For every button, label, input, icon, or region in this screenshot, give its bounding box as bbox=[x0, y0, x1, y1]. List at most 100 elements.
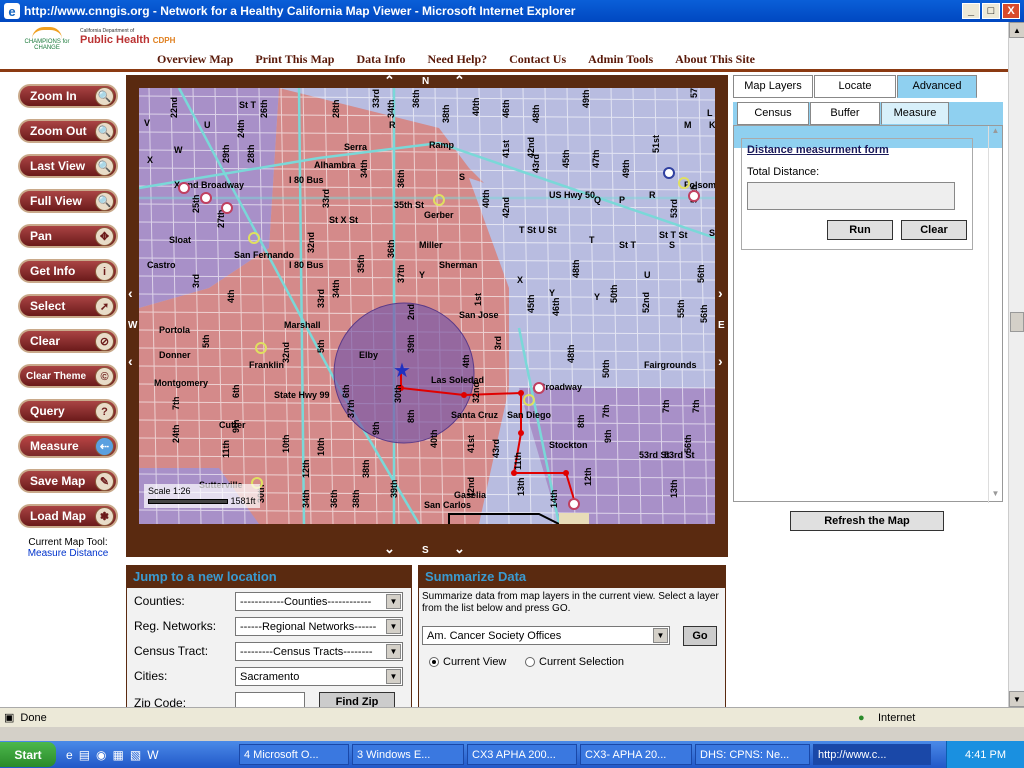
pan-button[interactable]: Pan ✥ bbox=[18, 224, 118, 248]
summarize-box: Summarize Data Summarize data from map l… bbox=[418, 565, 726, 717]
street-label: 36th bbox=[396, 169, 406, 188]
street-label: 5th bbox=[316, 340, 326, 354]
close-button[interactable]: X bbox=[1002, 3, 1020, 19]
map-tools: Zoom In 🔍 Zoom Out 🔍 Last View 🔍 Full View 🔍 Pan… bbox=[18, 84, 118, 539]
street-label: Miller bbox=[419, 240, 443, 250]
ie-icon[interactable]: e bbox=[66, 748, 73, 762]
start-button[interactable]: Start bbox=[0, 742, 56, 767]
pan-north-arrow[interactable]: ⌃ bbox=[384, 73, 395, 89]
refresh-map-button[interactable]: Refresh the Map bbox=[790, 511, 944, 531]
tool-label: Zoom Out bbox=[30, 124, 87, 138]
clear-button[interactable]: Clear bbox=[901, 220, 967, 240]
pan-south-arrow[interactable]: ⌄ bbox=[384, 541, 395, 557]
nav-link-overview-map[interactable]: Overview Map bbox=[157, 52, 233, 67]
street-label: K bbox=[709, 120, 715, 130]
street-label: 13th bbox=[669, 479, 679, 498]
nav-link-data-info[interactable]: Data Info bbox=[356, 52, 405, 67]
street-label: St T bbox=[619, 240, 637, 250]
street-label: I 80 Bus bbox=[289, 175, 324, 185]
layer-select[interactable]: Am. Cancer Society Offices ▼ bbox=[422, 626, 670, 645]
chevron-down-icon: ▼ bbox=[653, 628, 668, 643]
map-canvas[interactable]: ★ St T 22nd U V 24th 26th 28th Serra X W 29th 28th X… bbox=[139, 88, 715, 524]
last-view-button[interactable]: Last View 🔍 bbox=[18, 154, 118, 178]
nav-link-about-this-site[interactable]: About This Site bbox=[675, 52, 755, 67]
tab-locate[interactable]: Locate bbox=[814, 75, 896, 98]
current-view-radio[interactable]: Current View bbox=[429, 656, 506, 668]
measure-button[interactable]: Measure ⇠ bbox=[18, 434, 118, 458]
get-info-button[interactable]: Get Info i bbox=[18, 259, 118, 283]
tab-buffer[interactable]: Buffer bbox=[810, 102, 880, 125]
tab-map-layers[interactable]: Map Layers bbox=[733, 75, 813, 98]
street-label: P bbox=[619, 195, 625, 205]
select-button[interactable]: Select ➚ bbox=[18, 294, 118, 318]
app-icon[interactable]: ▧ bbox=[130, 748, 141, 762]
zoom-out-button[interactable]: Zoom Out 🔍 bbox=[18, 119, 118, 143]
pan-east-arrow[interactable]: › bbox=[718, 285, 723, 301]
map-frame: N S W E ⌃ ⌃ ⌄ ⌄ ‹ ‹ › › ★ St T 22nd U V … bbox=[126, 73, 728, 557]
clear-theme-button[interactable]: Clear Theme © bbox=[18, 364, 118, 388]
street-label: 32nd bbox=[471, 382, 481, 403]
street-label: 49th bbox=[581, 89, 591, 108]
cities-select[interactable]: Sacramento ▼ bbox=[235, 667, 403, 686]
street-label: San Jose bbox=[459, 310, 499, 320]
full-view-button[interactable]: Full View 🔍 bbox=[18, 189, 118, 213]
pan-west-arrow[interactable]: ‹ bbox=[128, 285, 133, 301]
street-label: W bbox=[174, 145, 183, 155]
street-label: 41st bbox=[501, 140, 511, 158]
nav-link-print-this-map[interactable]: Print This Map bbox=[255, 52, 334, 67]
summarize-description: Summarize data from map layers in the cu… bbox=[422, 591, 719, 614]
street-label: 34th bbox=[386, 99, 396, 118]
taskbar-item[interactable]: CX3- APHA 20... bbox=[580, 744, 692, 765]
taskbar-item[interactable]: http://www.c... bbox=[813, 744, 931, 765]
street-label: Fairgrounds bbox=[644, 360, 697, 370]
nav-link-contact-us[interactable]: Contact Us bbox=[509, 52, 566, 67]
taskbar-item[interactable]: 3 Windows E... bbox=[352, 744, 464, 765]
street-label: Castro bbox=[147, 260, 176, 270]
taskbar-item[interactable]: CX3 APHA 200... bbox=[467, 744, 577, 765]
tab-measure[interactable]: Measure bbox=[881, 102, 949, 125]
page-scrollbar[interactable]: ▲ ▼ bbox=[1008, 22, 1024, 707]
street-label: 37th bbox=[396, 264, 406, 283]
pan-east-arrow-2[interactable]: › bbox=[718, 353, 723, 369]
pan-west-arrow-2[interactable]: ‹ bbox=[128, 353, 133, 369]
zone-text: Internet bbox=[878, 711, 916, 724]
taskbar-item[interactable]: 4 Microsoft O... bbox=[239, 744, 349, 765]
word-icon[interactable]: W bbox=[147, 748, 158, 762]
pan-south-arrow-2[interactable]: ⌄ bbox=[454, 541, 465, 557]
tract-select[interactable]: ---------Census Tracts-------- ▼ bbox=[235, 642, 403, 661]
street-label: I 80 Bus bbox=[289, 260, 324, 270]
counties-select[interactable]: ------------Counties------------ ▼ bbox=[235, 592, 403, 611]
street-label: 22nd bbox=[169, 97, 179, 118]
minimize-button[interactable]: _ bbox=[962, 3, 980, 19]
nav-link-need-help-[interactable]: Need Help? bbox=[427, 52, 487, 67]
run-button[interactable]: Run bbox=[827, 220, 893, 240]
panel-scrollbar[interactable]: ▲ ▼ bbox=[988, 126, 1002, 503]
scroll-thumb[interactable] bbox=[1010, 312, 1024, 332]
load-map-button[interactable]: Load Map ✽ bbox=[18, 504, 118, 528]
tab-census[interactable]: Census bbox=[737, 102, 809, 125]
map-svg[interactable]: ★ St T 22nd U V 24th 26th 28th Serra X W 29th 28th X… bbox=[139, 88, 715, 524]
street-label: San Diego bbox=[507, 410, 552, 420]
west-label: W bbox=[128, 320, 138, 331]
street-label: 38th bbox=[351, 489, 361, 508]
save-map-button[interactable]: Save Map ✎ bbox=[18, 469, 118, 493]
total-distance-field[interactable] bbox=[747, 182, 955, 210]
zoom-in-button[interactable]: Zoom In 🔍 bbox=[18, 84, 118, 108]
clear-button[interactable]: Clear ⊘ bbox=[18, 329, 118, 353]
pan-north-arrow-2[interactable]: ⌃ bbox=[454, 73, 465, 89]
taskbar-item[interactable]: DHS: CPNS: Ne... bbox=[695, 744, 810, 765]
tab-advanced[interactable]: Advanced bbox=[897, 75, 977, 98]
street-label: X bbox=[147, 155, 153, 165]
media-icon[interactable]: ◉ bbox=[96, 748, 106, 762]
page-content: CHAMPIONS for CHANGE California Departme… bbox=[0, 22, 1008, 717]
folder-icon[interactable]: ▤ bbox=[79, 748, 90, 762]
query-button[interactable]: Query? bbox=[18, 399, 118, 423]
go-button[interactable]: Go bbox=[683, 626, 717, 646]
maximize-button[interactable]: □ bbox=[982, 3, 1000, 19]
street-label: 35th bbox=[356, 254, 366, 273]
app-icon[interactable]: ▦ bbox=[113, 748, 124, 762]
networks-select[interactable]: ------Regional Networks------ ▼ bbox=[235, 617, 403, 636]
north-label: N bbox=[422, 76, 430, 87]
nav-link-admin-tools[interactable]: Admin Tools bbox=[588, 52, 653, 67]
current-selection-radio[interactable]: Current Selection bbox=[525, 656, 624, 668]
